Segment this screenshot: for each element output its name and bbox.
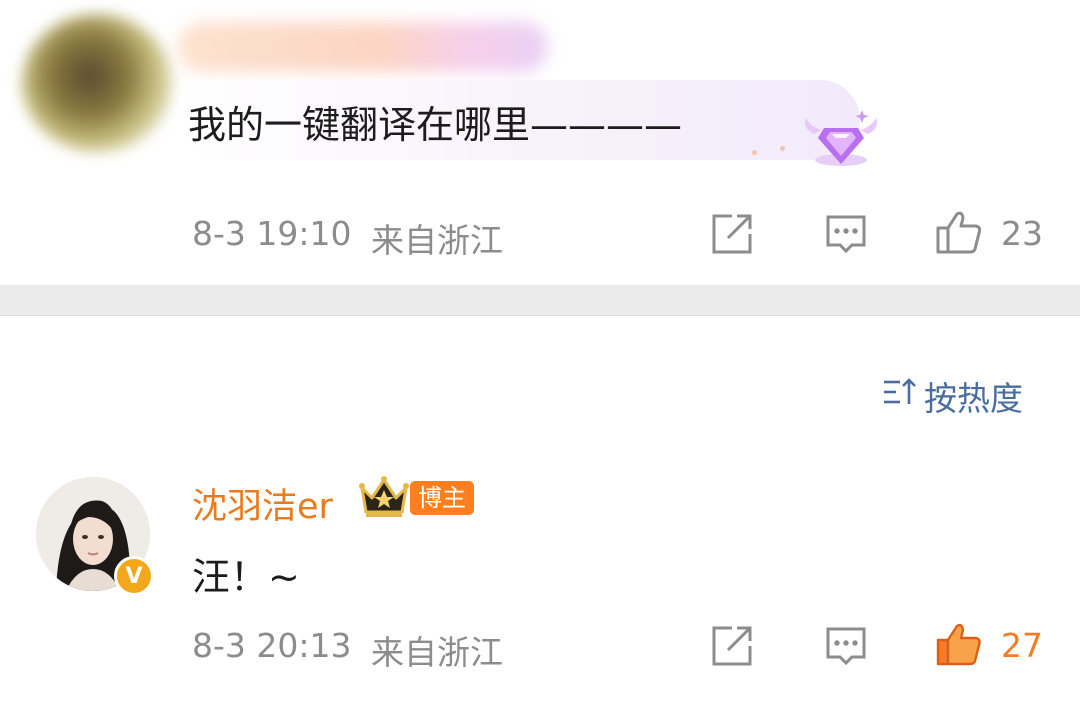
diamond-badge-icon — [800, 106, 882, 174]
crown-icon — [356, 474, 412, 524]
like-icon[interactable] — [935, 620, 983, 668]
comment-text: 汪！~ — [192, 555, 300, 599]
username[interactable]: 沈羽洁er — [192, 478, 333, 529]
avatar[interactable] — [22, 14, 172, 152]
share-icon[interactable] — [710, 624, 754, 668]
like-count: 27 — [1001, 626, 1043, 665]
comment-time: 8-3 20:13 — [192, 626, 352, 665]
share-icon[interactable] — [710, 212, 754, 256]
decor-dot — [752, 150, 757, 155]
like-count: 23 — [1001, 214, 1043, 253]
sort-icon — [882, 376, 918, 416]
verified-icon: V — [114, 556, 154, 596]
decor-dot — [780, 146, 785, 151]
comment-location: 来自浙江 — [371, 633, 503, 672]
comment-icon[interactable] — [824, 213, 868, 257]
blogger-badge: 博主 — [410, 481, 474, 515]
section-divider — [0, 285, 1080, 316]
sort-label: 按热度 — [924, 379, 1023, 418]
like-icon[interactable] — [935, 208, 983, 256]
sort-button[interactable]: 按热度 — [882, 372, 1023, 420]
comment-icon[interactable] — [824, 625, 868, 669]
comment-location: 来自浙江 — [371, 221, 503, 260]
comment-text: 我的一键翻译在哪里———— — [188, 103, 683, 147]
username-blurred[interactable] — [178, 22, 548, 72]
comment-time: 8-3 19:10 — [192, 214, 352, 253]
